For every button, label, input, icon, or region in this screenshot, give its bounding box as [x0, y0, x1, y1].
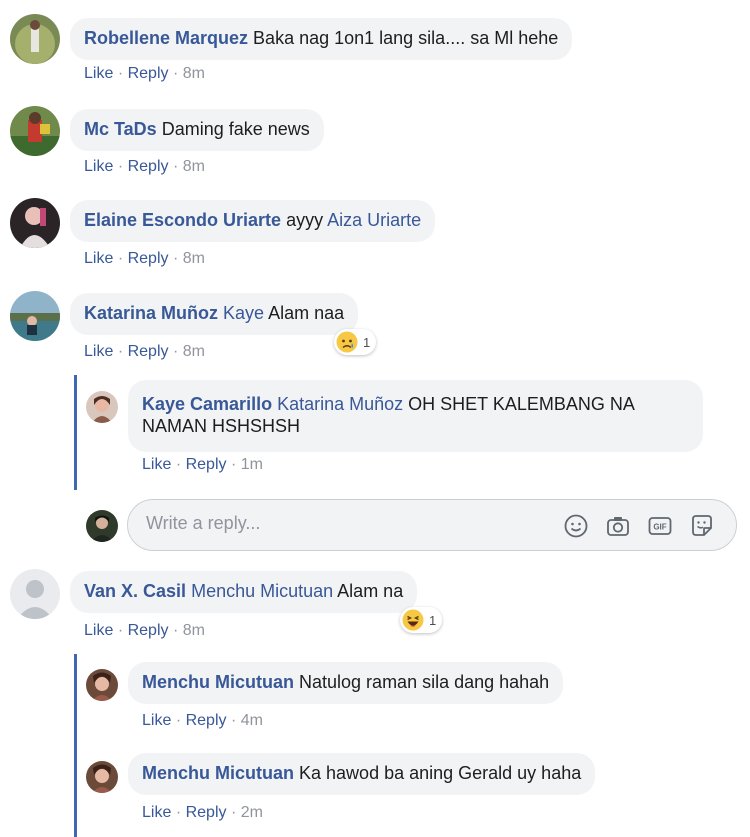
avatar[interactable]	[10, 198, 60, 248]
reaction-summary[interactable]: 1	[334, 329, 377, 355]
separator: ·	[117, 65, 124, 82]
separator: ·	[172, 343, 179, 360]
reaction-summary[interactable]: 1	[400, 607, 443, 633]
sticker-icon[interactable]	[689, 513, 715, 539]
sad-reaction-icon	[336, 331, 358, 353]
comment-actions: Like · Reply · 8m	[84, 65, 205, 83]
reply-thread-line	[74, 375, 77, 490]
avatar[interactable]	[10, 569, 60, 619]
reaction-count: 1	[363, 334, 371, 350]
reply-actions: Like · Reply · 2m	[142, 804, 263, 822]
separator: ·	[175, 456, 182, 473]
like-link[interactable]: Like	[84, 250, 113, 267]
comment-time[interactable]: 8m	[183, 250, 205, 267]
comment-actions: Like · Reply · 8m	[84, 622, 205, 640]
avatar[interactable]	[10, 14, 60, 64]
reply-bubble: Menchu Micutuan Natulog raman sila dang …	[128, 662, 564, 704]
reply-time[interactable]: 1m	[241, 456, 263, 473]
like-link[interactable]: Like	[142, 456, 171, 473]
camera-icon[interactable]	[605, 513, 631, 539]
reply-author[interactable]: Menchu Micutuan	[142, 763, 294, 783]
avatar[interactable]	[10, 291, 60, 341]
comment-author[interactable]: Van X. Casil	[84, 581, 186, 601]
reply-text: Ka hawod ba aning Gerald uy haha	[299, 763, 582, 783]
gif-icon[interactable]: GIF	[647, 513, 673, 539]
comment-bubble: Van X. Casil Menchu Micutuan Alam na	[70, 571, 418, 613]
reply-link[interactable]: Reply	[186, 712, 227, 729]
separator: ·	[230, 456, 237, 473]
comment-actions: Like · Reply · 8m	[84, 250, 205, 268]
reply-link[interactable]: Reply	[128, 250, 169, 267]
reply-link[interactable]: Reply	[128, 65, 169, 82]
separator: ·	[172, 622, 179, 639]
reaction-count: 1	[429, 612, 437, 628]
like-link[interactable]: Like	[84, 65, 113, 82]
haha-reaction-icon	[402, 609, 424, 631]
comment-actions: Like · Reply · 8m	[84, 158, 205, 176]
mention-link[interactable]: Katarina Muñoz	[277, 394, 403, 414]
separator: ·	[172, 158, 179, 175]
comment-bubble: Elaine Escondo Uriarte ayyy Aiza Uriarte	[70, 200, 436, 242]
comment-actions: Like · Reply · 8m	[84, 343, 205, 361]
separator: ·	[172, 65, 179, 82]
reply-bubble: Menchu Micutuan Ka hawod ba aning Gerald…	[128, 753, 596, 795]
mention-link[interactable]: Kaye	[223, 303, 264, 323]
reply-composer[interactable]: GIF	[127, 499, 737, 551]
comment-author[interactable]: Robellene Marquez	[84, 28, 248, 48]
separator: ·	[117, 343, 124, 360]
comment-author[interactable]: Katarina Muñoz	[84, 303, 218, 323]
comment-author[interactable]: Elaine Escondo Uriarte	[84, 210, 281, 230]
reply-author[interactable]: Kaye Camarillo	[142, 394, 272, 414]
avatar[interactable]	[86, 669, 118, 701]
comment-text: Daming fake news	[161, 119, 310, 139]
reply-link[interactable]: Reply	[186, 456, 227, 473]
comment-time[interactable]: 8m	[183, 622, 205, 639]
comment-text: Baka nag 1on1 lang sila.... sa Ml hehe	[253, 28, 559, 48]
comment-author[interactable]: Mc TaDs	[84, 119, 157, 139]
avatar[interactable]	[86, 761, 118, 793]
reply-bubble: Kaye Camarillo Katarina Muñoz OH SHET KA…	[128, 380, 703, 452]
separator: ·	[175, 804, 182, 821]
like-link[interactable]: Like	[142, 804, 171, 821]
comment-text: ayyy	[286, 210, 324, 230]
reply-link[interactable]: Reply	[186, 804, 227, 821]
separator: ·	[230, 712, 237, 729]
comment-time[interactable]: 8m	[183, 343, 205, 360]
reply-time[interactable]: 4m	[241, 712, 263, 729]
reply-thread-line	[74, 654, 77, 837]
mention-link[interactable]: Aiza Uriarte	[327, 210, 421, 230]
reply-author[interactable]: Menchu Micutuan	[142, 672, 294, 692]
comment-bubble: Mc TaDs Daming fake news	[70, 109, 324, 151]
comment-text: Alam na	[337, 581, 404, 601]
separator: ·	[175, 712, 182, 729]
like-link[interactable]: Like	[84, 158, 113, 175]
comment-text: Alam naa	[268, 303, 345, 323]
current-user-avatar[interactable]	[86, 510, 118, 542]
like-link[interactable]: Like	[84, 622, 113, 639]
separator: ·	[172, 250, 179, 267]
separator: ·	[230, 804, 237, 821]
comment-time[interactable]: 8m	[183, 158, 205, 175]
avatar[interactable]	[10, 106, 60, 156]
emoji-icon[interactable]	[563, 513, 589, 539]
like-link[interactable]: Like	[142, 712, 171, 729]
separator: ·	[117, 622, 124, 639]
gif-label: GIF	[653, 523, 666, 532]
like-link[interactable]: Like	[84, 343, 113, 360]
reply-time[interactable]: 2m	[241, 804, 263, 821]
comment-bubble: Katarina Muñoz Kaye Alam naa	[70, 293, 359, 335]
reply-input[interactable]	[146, 513, 526, 534]
separator: ·	[117, 250, 124, 267]
reply-text: Natulog raman sila dang hahah	[299, 672, 550, 692]
comment-bubble: Robellene Marquez Baka nag 1on1 lang sil…	[70, 18, 573, 60]
reply-link[interactable]: Reply	[128, 622, 169, 639]
reply-link[interactable]: Reply	[128, 158, 169, 175]
reply-link[interactable]: Reply	[128, 343, 169, 360]
reply-actions: Like · Reply · 4m	[142, 712, 263, 730]
avatar[interactable]	[86, 391, 118, 423]
mention-link[interactable]: Menchu Micutuan	[191, 581, 333, 601]
separator: ·	[117, 158, 124, 175]
comment-time[interactable]: 8m	[183, 65, 205, 82]
reply-actions: Like · Reply · 1m	[142, 456, 263, 474]
